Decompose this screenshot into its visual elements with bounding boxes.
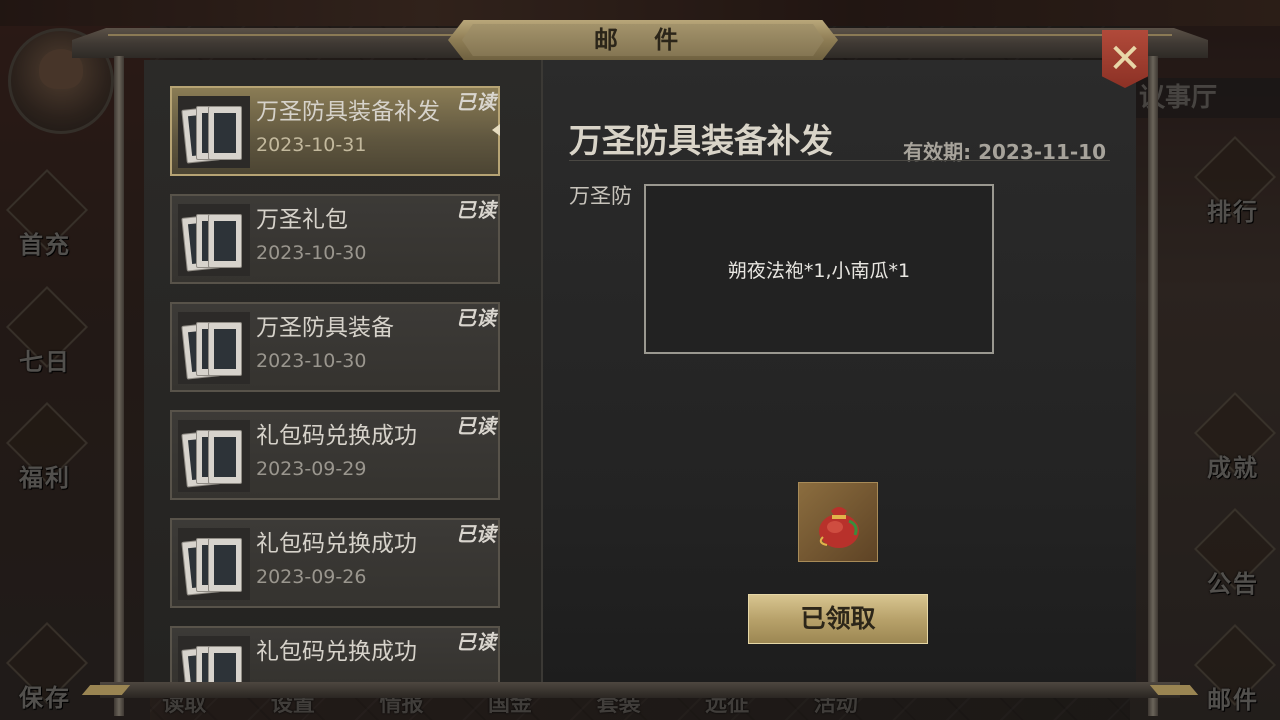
mail-title: 万圣防具装备补发 (256, 99, 440, 125)
selected-arrow-icon (492, 124, 500, 136)
window-frame-bottom (100, 682, 1180, 698)
mail-item[interactable]: 万圣防具装备补发 2023-10-31 已读 (170, 86, 500, 176)
mail-detail: 万圣防具装备补发 有效期: 2023-11-10 万圣防 朔夜法袍*1,小南瓜*… (543, 60, 1136, 682)
mail-item[interactable]: 礼包码兑换成功 2023-09-29 已读 (170, 410, 500, 500)
mail-item[interactable]: 礼包码兑换成功 已读 (170, 626, 500, 682)
mail-date: 2023-10-30 (256, 242, 367, 264)
window-title: 邮 件 (462, 24, 824, 56)
mail-title: 礼包码兑换成功 (256, 531, 417, 557)
mail-item[interactable]: 万圣防具装备 2023-10-30 已读 (170, 302, 500, 392)
read-badge: 已读 (456, 414, 496, 438)
mail-letter-icon (178, 636, 250, 682)
mail-letter-icon (178, 312, 250, 384)
mail-panel: 万圣防具装备补发 2023-10-31 已读 万圣礼包 2023-10-30 已… (144, 60, 1136, 682)
mail-date: 2023-09-29 (256, 458, 367, 480)
mail-date: 2023-10-30 (256, 350, 367, 372)
detail-title: 万圣防具装备补发 (569, 121, 833, 160)
window-rail-left (114, 56, 124, 716)
red-pumpkin-bag-icon (819, 507, 859, 548)
mail-title: 万圣防具装备 (256, 315, 394, 341)
read-badge: 已读 (456, 198, 496, 222)
mail-title: 万圣礼包 (256, 207, 348, 233)
title-divider (569, 160, 1110, 161)
tooltip-text: 朔夜法袍*1,小南瓜*1 (727, 259, 911, 282)
mail-title: 礼包码兑换成功 (256, 423, 417, 449)
mail-title: 礼包码兑换成功 (256, 639, 417, 665)
mail-date: 2023-10-31 (256, 134, 367, 156)
reward-item-slot[interactable] (798, 482, 878, 562)
mail-list[interactable]: 万圣防具装备补发 2023-10-31 已读 万圣礼包 2023-10-30 已… (144, 60, 541, 682)
read-badge: 已读 (456, 630, 496, 654)
mail-window: 万圣防具装备补发 2023-10-31 已读 万圣礼包 2023-10-30 已… (72, 28, 1208, 716)
claimed-button[interactable]: 已领取 (748, 594, 928, 644)
read-badge: 已读 (456, 522, 496, 546)
mail-item[interactable]: 万圣礼包 2023-10-30 已读 (170, 194, 500, 284)
mail-item[interactable]: 礼包码兑换成功 2023-09-26 已读 (170, 518, 500, 608)
mail-body-text: 万圣防 (569, 184, 632, 208)
read-badge: 已读 (456, 90, 496, 114)
mail-letter-icon (178, 528, 250, 600)
mail-letter-icon (178, 204, 250, 276)
window-rail-right (1148, 56, 1158, 716)
reward-tooltip: 朔夜法袍*1,小南瓜*1 (644, 184, 994, 354)
mail-letter-icon (178, 96, 250, 168)
close-button[interactable]: ✕ (1102, 30, 1148, 88)
mail-date: 2023-09-26 (256, 566, 367, 588)
read-badge: 已读 (456, 306, 496, 330)
mail-letter-icon (178, 420, 250, 492)
